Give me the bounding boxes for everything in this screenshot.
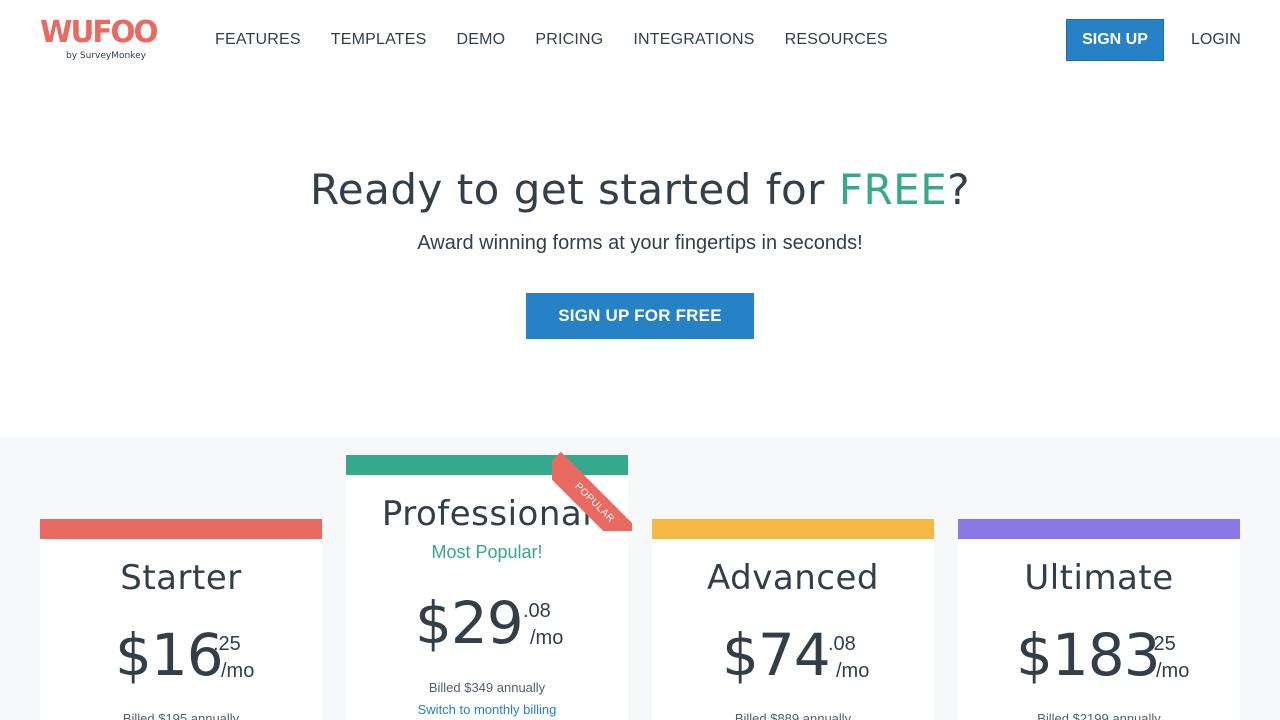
billed-annually-text: Billed $889 annually	[734, 711, 852, 720]
header-signup-button[interactable]: SIGN UP	[1066, 19, 1164, 61]
nav-item-demo[interactable]: DEMO	[457, 30, 506, 50]
plan-color-bar	[958, 519, 1240, 539]
popular-ribbon: POPULAR	[552, 451, 632, 531]
nav-item-features[interactable]: FEATURES	[215, 30, 301, 50]
billed-annually-text: Billed $2199 annually	[1037, 711, 1161, 720]
logo-wordmark: WUFOO	[40, 15, 159, 50]
plan-name: Ultimate	[1024, 558, 1174, 598]
billed-annually-text: Billed $349 annually	[428, 680, 546, 695]
login-link[interactable]: LOGIN	[1191, 30, 1241, 50]
price-cents: .25	[1148, 633, 1176, 655]
plan-price: $29 .08 /mo	[346, 591, 628, 661]
main-nav: FEATURES TEMPLATES DEMO PRICING INTEGRAT…	[215, 30, 888, 50]
price-period: /mo	[1156, 660, 1190, 682]
price-cents: .08	[828, 633, 856, 655]
logo-byline: by SurveyMonkey	[66, 51, 146, 61]
most-popular-label: Most Popular!	[431, 542, 543, 562]
price-cents: .08	[523, 600, 551, 622]
price-period: /mo	[836, 660, 870, 682]
site-header: WUFOO by SurveyMonkey FEATURES TEMPLATES…	[0, 0, 1280, 80]
price-dollars: $29	[415, 589, 524, 657]
plan-price: $183 .25 /mo	[958, 623, 1240, 693]
hero-title-prefix: Ready to get started for	[309, 165, 839, 214]
hero-title-suffix: ?	[947, 165, 971, 214]
price-dollars: $16	[115, 621, 224, 689]
price-period: /mo	[530, 627, 564, 649]
price-period: /mo	[221, 660, 255, 682]
plan-name: Starter	[120, 558, 242, 598]
nav-item-integrations[interactable]: INTEGRATIONS	[633, 30, 754, 50]
plan-color-bar	[652, 519, 934, 539]
wufoo-logo[interactable]: WUFOO by SurveyMonkey	[40, 18, 159, 62]
switch-monthly-billing-link[interactable]: Switch to monthly billing	[346, 702, 628, 718]
nav-item-resources[interactable]: RESOURCES	[785, 30, 888, 50]
price-cents: .25	[213, 633, 241, 655]
price-dollars: $183	[1016, 621, 1161, 689]
price-dollars: $74	[722, 621, 831, 689]
hero-subtitle: Award winning forms at your fingertips i…	[417, 232, 863, 254]
popular-ribbon-label: POPULAR	[552, 451, 632, 531]
plan-color-bar	[40, 519, 322, 539]
plan-card-advanced: Advanced $74 .08 /mo Billed $889 annuall…	[652, 519, 934, 720]
plan-card-ultimate: Ultimate $183 .25 /mo Billed $2199 annua…	[958, 519, 1240, 720]
billed-annually-text: Billed $195 annually	[122, 711, 240, 720]
plan-price: $74 .08 /mo	[652, 623, 934, 693]
plan-name: Advanced	[707, 558, 879, 598]
nav-item-pricing[interactable]: PRICING	[535, 30, 603, 50]
plan-price: $16 .25 /mo	[40, 623, 322, 693]
nav-item-templates[interactable]: TEMPLATES	[331, 30, 427, 50]
hero-title: Ready to get started for FREE?	[0, 162, 1280, 218]
plan-card-starter: Starter $16 .25 /mo Billed $195 annually	[40, 519, 322, 720]
hero-title-free: FREE	[838, 165, 948, 214]
signup-free-button[interactable]: SIGN UP FOR FREE	[526, 293, 754, 339]
